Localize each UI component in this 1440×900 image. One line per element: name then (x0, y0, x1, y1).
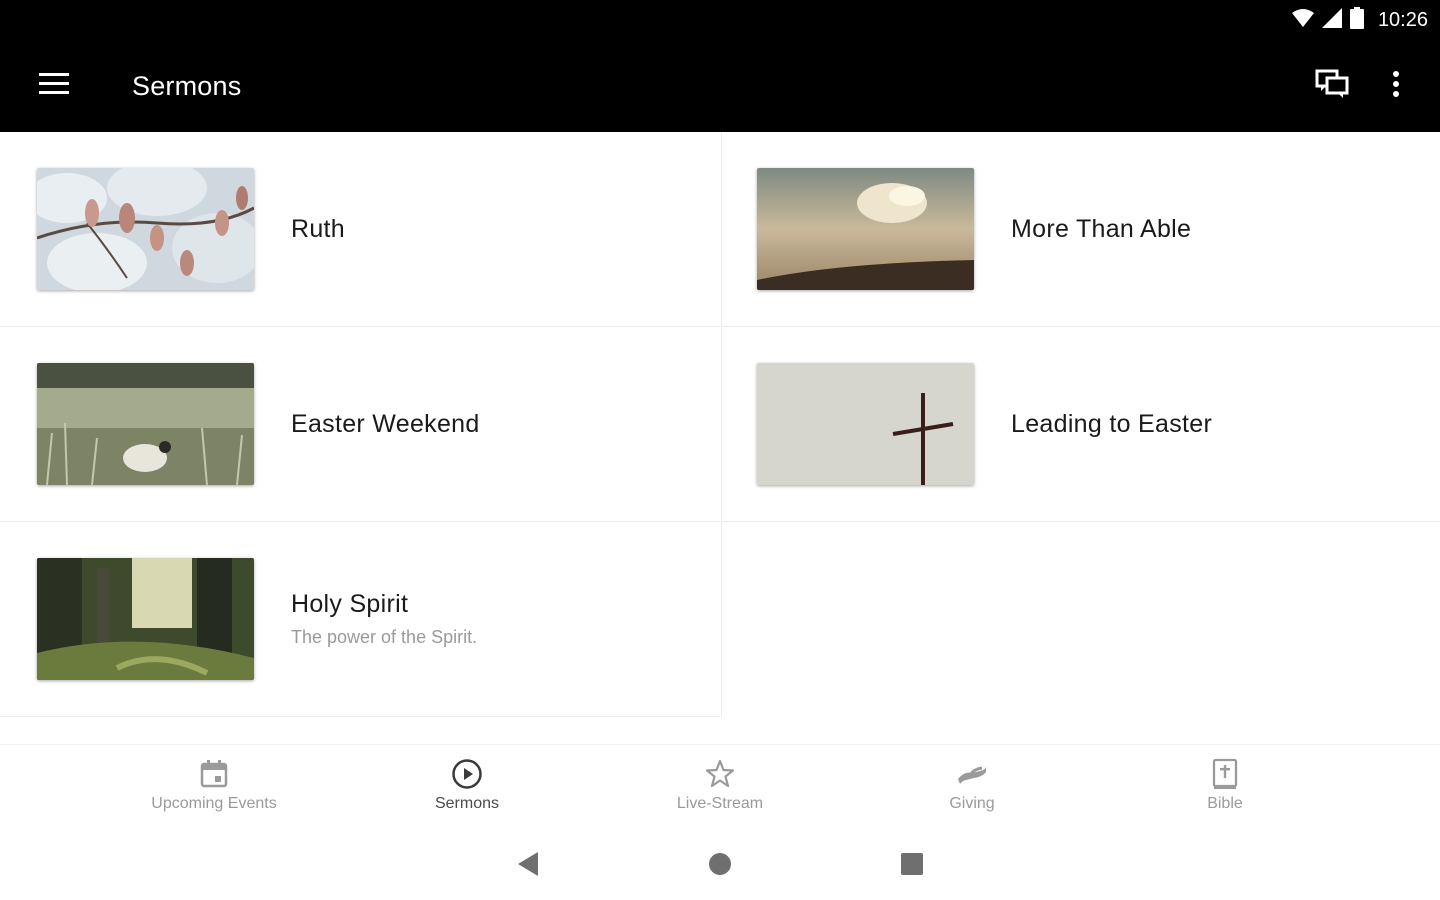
star-icon (703, 757, 737, 791)
giving-hand-icon (955, 757, 989, 791)
sermon-title: Holy Spirit (291, 590, 409, 618)
sermon-item-more-than-able[interactable]: More Than Able (722, 132, 1440, 327)
sermon-title: Easter Weekend (291, 409, 480, 438)
sermon-text: Easter Weekend (291, 410, 480, 439)
sermon-thumbnail-sky (757, 168, 974, 290)
sermon-item-holy-spirit[interactable]: Holy Spirit The power of the Spirit. (0, 522, 720, 717)
sermon-text: Leading to Easter (1011, 410, 1212, 439)
recents-square-icon (900, 852, 924, 881)
wifi-icon (1291, 8, 1314, 33)
status-time: 10:26 (1377, 8, 1428, 31)
sermon-thumbnail-magnolias (37, 168, 254, 290)
nav-label: Bible (1207, 795, 1243, 812)
sermon-text: Ruth (291, 215, 345, 244)
sermon-title: Leading to Easter (1011, 409, 1213, 438)
battery-icon (1349, 6, 1364, 34)
recents-button[interactable] (896, 850, 928, 882)
sermon-title: More Than Able (1011, 214, 1192, 243)
sermon-item-ruth[interactable]: Ruth (0, 132, 720, 327)
more-vert-icon (1392, 70, 1400, 102)
nav-label: Sermons (434, 795, 500, 812)
back-button[interactable] (512, 850, 544, 882)
sermon-item-leading-to-easter[interactable]: Leading to Easter (722, 327, 1440, 522)
app-bar: Sermons (0, 40, 1440, 132)
nav-bible[interactable]: Bible (1125, 757, 1325, 813)
nav-upcoming-events[interactable]: Upcoming Events (114, 757, 314, 813)
home-circle-icon (707, 851, 733, 882)
play-circle-icon (450, 757, 484, 791)
nav-live-stream[interactable]: Live-Stream (620, 757, 820, 813)
bible-icon (1208, 757, 1242, 791)
cell-signal-icon (1321, 7, 1342, 33)
sermon-grid: Ruth More Than Able Easter Weekend Leadi… (0, 132, 1440, 718)
status-bar: 10:26 (0, 0, 1440, 40)
nav-label: Upcoming Events (151, 795, 277, 812)
overflow-menu-button[interactable] (1364, 40, 1428, 132)
nav-sermons[interactable]: Sermons (367, 757, 567, 813)
sermon-text: More Than Able (1011, 215, 1191, 244)
home-button[interactable] (704, 850, 736, 882)
chat-bubbles-icon (1315, 69, 1349, 104)
sermon-thumbnail-lamb-field (37, 363, 254, 485)
system-navigation-bar (0, 832, 1440, 900)
sermon-title: Ruth (291, 214, 346, 243)
nav-label: Live-Stream (676, 795, 764, 812)
sermon-item-easter-weekend[interactable]: Easter Weekend (0, 327, 720, 522)
bottom-navigation: Upcoming Events Sermons Live-Stream Givi… (0, 744, 1440, 832)
calendar-icon (197, 757, 231, 791)
sermon-thumbnail-forest (37, 558, 254, 680)
menu-button[interactable] (0, 40, 108, 132)
sermon-thumbnail-cross (757, 363, 974, 485)
hamburger-menu-icon (39, 72, 69, 100)
sermon-text: Holy Spirit The power of the Spirit. (291, 590, 477, 648)
nav-label: Giving (949, 795, 995, 812)
chat-button[interactable] (1300, 40, 1364, 132)
nav-giving[interactable]: Giving (872, 757, 1072, 813)
page-title: Sermons (132, 70, 242, 101)
back-triangle-icon (516, 851, 540, 882)
sermon-subtitle: The power of the Spirit. (291, 627, 478, 647)
